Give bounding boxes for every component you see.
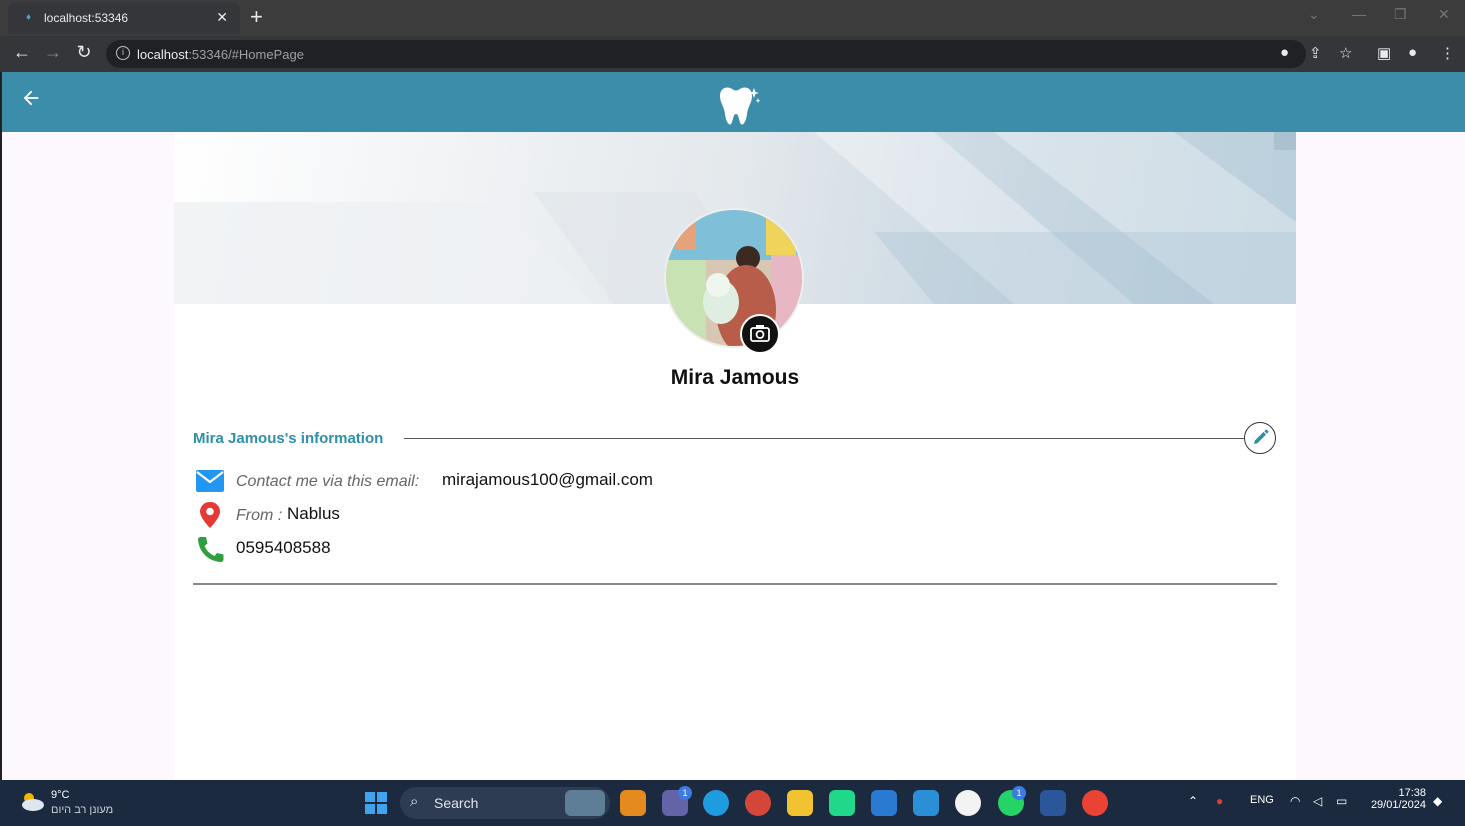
url-text: localhost:53346/#HomePage bbox=[137, 47, 304, 62]
side-panel-icon[interactable]: ▣ bbox=[1377, 44, 1391, 62]
envelope-icon bbox=[193, 466, 225, 496]
browser-toolbar: ← → ↻ i localhost:53346/#HomePage ● ⇪ ☆ … bbox=[0, 36, 1465, 72]
email-label: Contact me via this email: bbox=[236, 473, 420, 490]
weather-desc: מעונן רב היום bbox=[51, 804, 114, 816]
whatsapp-badge: 1 bbox=[1012, 786, 1026, 800]
map-pin-icon bbox=[193, 500, 225, 530]
battery-icon[interactable]: ▭ bbox=[1336, 794, 1347, 808]
notification-bell-icon[interactable]: ◆ bbox=[1433, 794, 1442, 808]
clock-date: 29/01/2024 bbox=[1370, 799, 1426, 811]
from-label: From : bbox=[236, 507, 283, 524]
file-explorer-icon[interactable] bbox=[787, 790, 813, 816]
camera-icon bbox=[750, 325, 770, 342]
email-value: mirajamous100@gmail.com bbox=[442, 470, 653, 489]
app-header bbox=[2, 72, 1465, 132]
info-section-title: Mira Jamous's information bbox=[193, 430, 384, 447]
weather-widget[interactable]: 9°C מעונן רב היום bbox=[18, 788, 113, 819]
share-icon[interactable]: ⇪ bbox=[1309, 44, 1322, 62]
pycharm-icon[interactable] bbox=[829, 790, 855, 816]
vscode-icon[interactable] bbox=[913, 790, 939, 816]
search-highlight-icon[interactable] bbox=[565, 790, 605, 816]
window-close-icon[interactable]: ✕ bbox=[1438, 6, 1450, 23]
profile-card: Mira Jamous Mira Jamous's information Co… bbox=[174, 132, 1296, 780]
weather-temp: 9°C bbox=[51, 789, 70, 801]
taskbar-search-label: Search bbox=[434, 795, 479, 811]
tab-close-icon[interactable]: ✕ bbox=[216, 9, 228, 26]
edit-info-button[interactable] bbox=[1244, 422, 1276, 454]
site-info-icon[interactable]: i bbox=[116, 46, 130, 60]
show-hidden-icons-icon[interactable]: ⌃ bbox=[1188, 794, 1198, 808]
windows-taskbar: 9°C מעונן רב היום ⌕ Search 1 1 ⌃ ● ENG ◠… bbox=[0, 780, 1465, 826]
teams-badge: 1 bbox=[678, 786, 692, 800]
section-divider bbox=[404, 438, 1244, 439]
tab-search-icon[interactable]: ⌄ bbox=[1308, 6, 1320, 23]
address-bar[interactable]: i localhost:53346/#HomePage bbox=[106, 40, 1306, 68]
phone-icon bbox=[193, 534, 225, 564]
volume-icon[interactable]: ◁ bbox=[1313, 794, 1322, 808]
new-tab-icon[interactable]: + bbox=[250, 4, 263, 30]
search-icon: ⌕ bbox=[410, 793, 419, 810]
page-background: Mira Jamous Mira Jamous's information Co… bbox=[2, 132, 1465, 780]
tab-favicon-icon: ♦ bbox=[26, 12, 32, 23]
language-indicator[interactable]: ENG bbox=[1250, 794, 1274, 806]
wifi-icon[interactable]: ◠ bbox=[1290, 794, 1300, 808]
browser-tab[interactable]: ♦ localhost:53346 ✕ bbox=[8, 2, 240, 34]
edge-icon[interactable] bbox=[703, 790, 729, 816]
city-value: Nablus bbox=[287, 504, 340, 523]
antivirus-tray-icon[interactable]: ● bbox=[1216, 794, 1223, 808]
tooth-logo-icon bbox=[714, 84, 762, 133]
taskbar-clock[interactable]: 17:38 29/01/2024 bbox=[1366, 787, 1426, 811]
tab-title: localhost:53346 bbox=[44, 11, 129, 25]
browser-forward-icon[interactable]: → bbox=[42, 42, 64, 63]
bookmark-star-icon[interactable]: ☆ bbox=[1339, 44, 1352, 62]
browser-menu-icon[interactable]: ⋮ bbox=[1440, 44, 1455, 62]
profile-name: Mira Jamous bbox=[670, 366, 800, 389]
restore-icon[interactable]: ❐ bbox=[1394, 6, 1407, 23]
change-photo-button[interactable] bbox=[740, 314, 780, 354]
browser-back-icon[interactable]: ← bbox=[11, 42, 33, 63]
notes-app-icon[interactable] bbox=[955, 790, 981, 816]
back-arrow-icon[interactable] bbox=[20, 87, 42, 116]
phone-value: 0595408588 bbox=[236, 538, 331, 557]
profile-icon[interactable]: ● bbox=[1408, 44, 1417, 61]
browser-tab-strip: ♦ localhost:53346 ✕ + ⌄ — ❐ ✕ bbox=[0, 0, 1465, 36]
profile-avatar bbox=[664, 208, 804, 348]
chrome-gmail-icon[interactable] bbox=[745, 790, 771, 816]
minimize-icon[interactable]: — bbox=[1352, 6, 1366, 22]
start-button[interactable] bbox=[365, 792, 387, 814]
chrome-icon[interactable] bbox=[1082, 790, 1108, 816]
pencil-icon bbox=[1254, 429, 1269, 444]
word-icon[interactable] bbox=[1040, 790, 1066, 816]
cloudy-weather-icon bbox=[22, 793, 44, 811]
clock-time: 17:38 bbox=[1398, 787, 1426, 799]
location-permission-icon[interactable]: ● bbox=[1280, 44, 1289, 61]
mail-icon[interactable] bbox=[871, 790, 897, 816]
app-store-icon[interactable] bbox=[620, 790, 646, 816]
info-bottom-divider bbox=[193, 583, 1277, 585]
reload-icon[interactable]: ↻ bbox=[73, 42, 95, 63]
